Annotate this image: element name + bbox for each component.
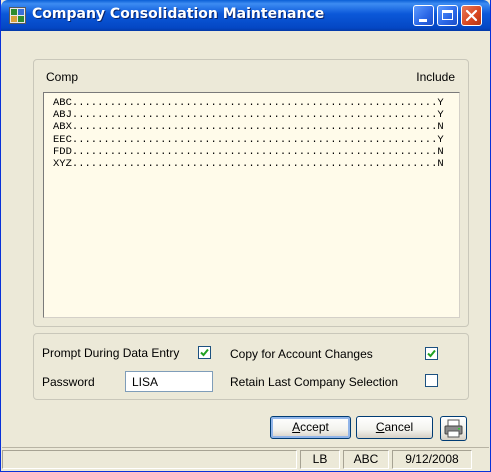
password-label: Password	[42, 375, 95, 389]
dot-leader: ........................................…	[71, 109, 438, 122]
dot-leader: ........................................…	[71, 158, 438, 171]
retain-last-company-selection-checkbox[interactable]	[425, 374, 438, 387]
company-row[interactable]: ABJ.....................................…	[53, 109, 459, 121]
dot-leader: ........................................…	[71, 97, 438, 109]
title-bar[interactable]: Company Consolidation Maintenance	[1, 0, 490, 31]
company-code: ABJ	[53, 109, 72, 122]
include-flag: Y	[437, 133, 444, 146]
company-listbox[interactable]: ABC.....................................…	[43, 92, 460, 318]
include-column-header: Include	[416, 70, 455, 84]
company-row[interactable]: ABC.....................................…	[53, 97, 459, 109]
company-code: ABX	[53, 121, 72, 134]
status-user: LB	[300, 450, 340, 469]
include-flag: Y	[437, 109, 444, 122]
printer-icon	[444, 419, 463, 438]
copy-for-account-changes-checkbox[interactable]	[425, 347, 438, 360]
company-consolidation-window: Company Consolidation Maintenance Comp I…	[0, 0, 491, 472]
cancel-label: ancel	[384, 420, 414, 434]
company-code: XYZ	[53, 158, 72, 171]
include-flag: N	[437, 145, 444, 158]
close-button[interactable]	[461, 5, 482, 26]
status-message-pane	[2, 450, 297, 469]
prompt-during-data-entry-checkbox[interactable]	[198, 346, 211, 359]
prompt-during-data-entry-label: Prompt During Data Entry	[42, 346, 180, 360]
company-row[interactable]: ABX.....................................…	[53, 121, 459, 133]
dot-leader: ........................................…	[71, 121, 438, 134]
company-row[interactable]: FDD.....................................…	[53, 146, 459, 158]
accept-label: ccept	[300, 420, 329, 434]
company-row[interactable]: EEC.....................................…	[53, 134, 459, 146]
print-button[interactable]	[440, 416, 467, 441]
checkmark-icon	[200, 348, 209, 357]
password-field[interactable]: LISA	[125, 371, 213, 392]
dot-leader: ........................................…	[71, 145, 438, 158]
accept-button[interactable]: Accept	[270, 416, 351, 439]
include-flag: Y	[437, 97, 444, 109]
company-code: EEC	[53, 133, 72, 146]
company-code: FDD	[53, 145, 72, 158]
accept-hotkey: A	[292, 420, 301, 434]
status-bar: LB ABC 9/12/2008	[2, 447, 489, 471]
cancel-button[interactable]: Cancel	[356, 416, 433, 439]
company-code: ABC	[53, 97, 72, 109]
checkmark-icon	[427, 349, 436, 358]
retain-last-company-selection-label: Retain Last Company Selection	[230, 375, 399, 389]
include-flag: N	[437, 121, 444, 134]
close-icon	[465, 9, 478, 22]
include-flag: N	[437, 158, 444, 171]
status-company: ABC	[343, 450, 389, 469]
window-title: Company Consolidation Maintenance	[32, 6, 325, 22]
copy-for-account-changes-label: Copy for Account Changes	[230, 347, 373, 361]
minimize-icon	[419, 19, 427, 22]
company-list-group: Comp Include ABC........................…	[33, 59, 469, 327]
status-date: 9/12/2008	[392, 450, 472, 469]
minimize-button[interactable]	[413, 5, 434, 26]
maximize-button[interactable]	[437, 5, 458, 26]
maximize-icon	[442, 10, 453, 20]
comp-column-header: Comp	[46, 70, 79, 84]
dot-leader: ........................................…	[71, 133, 438, 146]
options-group	[33, 333, 469, 400]
company-row[interactable]: XYZ.....................................…	[53, 158, 459, 170]
app-icon	[9, 7, 26, 24]
